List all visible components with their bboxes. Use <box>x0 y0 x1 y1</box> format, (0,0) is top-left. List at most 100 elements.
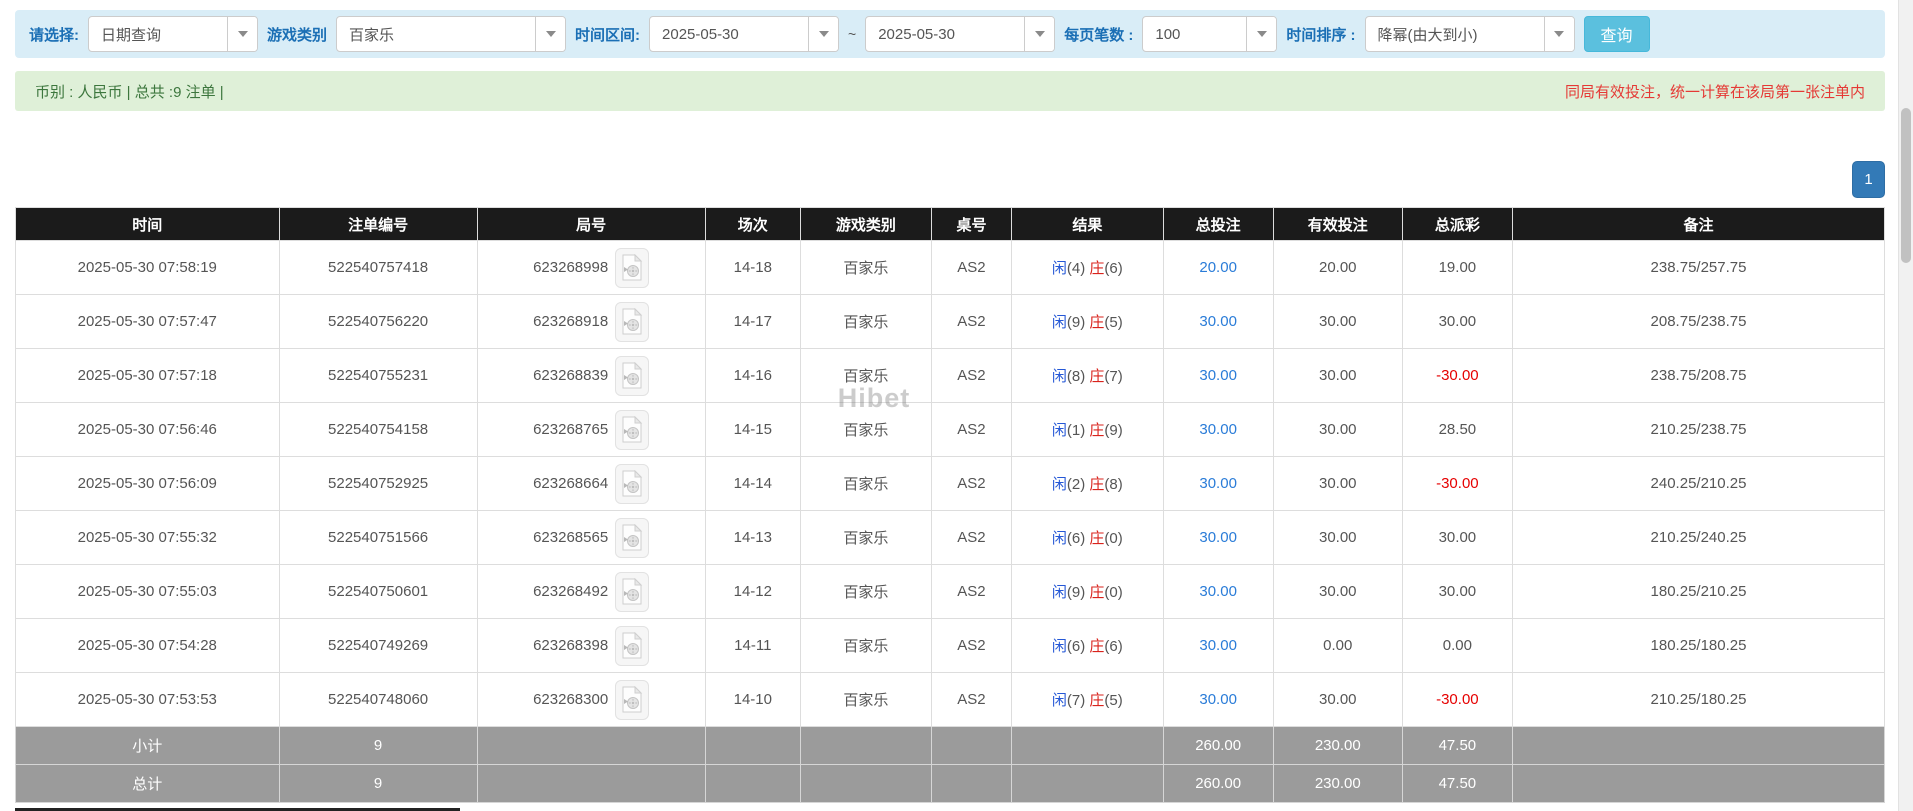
player-points: (6) <box>1067 530 1090 547</box>
total-bet-link[interactable]: 30.00 <box>1199 583 1237 600</box>
cell-game-type: 百家乐 <box>800 673 931 727</box>
page-1-button[interactable]: 1 <box>1852 161 1885 198</box>
chevron-down-icon[interactable] <box>535 17 565 51</box>
video-record-icon[interactable] <box>615 626 649 666</box>
col-header-9: 总派彩 <box>1402 208 1512 241</box>
total-bet-link[interactable]: 20.00 <box>1199 259 1237 276</box>
cell-bet-id: 522540752925 <box>279 457 477 511</box>
date-from-dropdown[interactable]: 2025-05-30 <box>649 16 839 52</box>
subtotal-row-cell-1: 9 <box>279 727 477 765</box>
chevron-down-icon[interactable] <box>808 17 838 51</box>
video-record-icon[interactable] <box>615 464 649 504</box>
cell-remark: 210.25/240.25 <box>1513 511 1885 565</box>
video-record-icon[interactable] <box>615 680 649 720</box>
col-header-8: 有效投注 <box>1273 208 1402 241</box>
cell-round-id: 623268839 <box>477 349 705 403</box>
page: 请选择: 日期查询 游戏类别 百家乐 时间区间: 2025-05-30 ~ 20… <box>0 0 1913 811</box>
round-id-text: 623268998 <box>533 259 608 276</box>
time-sort-dropdown[interactable]: 降幂(由大到小) <box>1365 16 1575 52</box>
video-record-icon[interactable] <box>615 302 649 342</box>
total-row-cell-10 <box>1513 765 1885 803</box>
banker-points: (0) <box>1104 584 1122 601</box>
col-header-6: 结果 <box>1012 208 1163 241</box>
video-record-icon[interactable] <box>615 518 649 558</box>
table-row: 2025-05-30 07:58:19522540757418623268998… <box>16 241 1885 295</box>
cell-valid-bet: 30.00 <box>1273 511 1402 565</box>
page-size-dropdown[interactable]: 100 <box>1142 16 1277 52</box>
video-record-icon[interactable] <box>615 248 649 288</box>
select-type-dropdown[interactable]: 日期查询 <box>88 16 258 52</box>
cell-remark: 240.25/210.25 <box>1513 457 1885 511</box>
cell-table-no: AS2 <box>931 295 1011 349</box>
cell-payout: -30.00 <box>1402 673 1512 727</box>
cell-bet-id: 522540756220 <box>279 295 477 349</box>
chevron-down-icon[interactable] <box>1544 17 1574 51</box>
chevron-down-icon[interactable] <box>1024 17 1054 51</box>
scrollbar-thumb[interactable] <box>1901 108 1911 263</box>
round-id-text: 623268765 <box>533 421 608 438</box>
cell-time: 2025-05-30 07:55:32 <box>16 511 280 565</box>
cell-table-no: AS2 <box>931 511 1011 565</box>
date-from-value: 2025-05-30 <box>650 17 808 51</box>
cell-total-bet: 30.00 <box>1163 619 1273 673</box>
col-header-3: 场次 <box>705 208 800 241</box>
round-id-text: 623268398 <box>533 637 608 654</box>
banker-points: (6) <box>1104 260 1122 277</box>
date-to-dropdown[interactable]: 2025-05-30 <box>865 16 1055 52</box>
subtotal-row-cell-6 <box>1012 727 1163 765</box>
same-round-notice-text: 同局有效投注，统一计算在该局第一张注单内 <box>1565 81 1865 102</box>
cell-bet-id: 522540757418 <box>279 241 477 295</box>
total-bet-link[interactable]: 30.00 <box>1199 637 1237 654</box>
total-row-cell-7: 260.00 <box>1163 765 1273 803</box>
player-points: (1) <box>1067 422 1090 439</box>
cell-time: 2025-05-30 07:54:28 <box>16 619 280 673</box>
cell-session: 14-13 <box>705 511 800 565</box>
cell-result: 闲(6) 庄(0) <box>1012 511 1163 565</box>
query-button[interactable]: 查询 <box>1584 16 1650 52</box>
cell-payout: -30.00 <box>1402 349 1512 403</box>
video-record-icon[interactable] <box>615 410 649 450</box>
game-type-dropdown[interactable]: 百家乐 <box>336 16 566 52</box>
cell-payout: 30.00 <box>1402 565 1512 619</box>
total-row-cell-1: 9 <box>279 765 477 803</box>
cell-total-bet: 20.00 <box>1163 241 1273 295</box>
cell-time: 2025-05-30 07:53:53 <box>16 673 280 727</box>
tilde-separator: ~ <box>848 26 856 42</box>
cell-round-id: 623268664 <box>477 457 705 511</box>
cell-valid-bet: 30.00 <box>1273 403 1402 457</box>
total-bet-link[interactable]: 30.00 <box>1199 421 1237 438</box>
total-bet-link[interactable]: 30.00 <box>1199 367 1237 384</box>
video-record-icon[interactable] <box>615 356 649 396</box>
subtotal-row-cell-5 <box>931 727 1011 765</box>
subtotal-row-cell-10 <box>1513 727 1885 765</box>
player-label: 闲 <box>1052 314 1067 331</box>
cell-time: 2025-05-30 07:57:18 <box>16 349 280 403</box>
cell-total-bet: 30.00 <box>1163 565 1273 619</box>
video-record-icon[interactable] <box>615 572 649 612</box>
cell-time: 2025-05-30 07:57:47 <box>16 295 280 349</box>
col-header-4: 游戏类别 <box>800 208 931 241</box>
cell-result: 闲(9) 庄(0) <box>1012 565 1163 619</box>
chevron-down-icon[interactable] <box>1246 17 1276 51</box>
subtotal-row-cell-7: 260.00 <box>1163 727 1273 765</box>
cell-game-type: 百家乐 <box>800 565 931 619</box>
cell-game-type: 百家乐 <box>800 349 931 403</box>
round-id-text: 623268565 <box>533 529 608 546</box>
chevron-down-icon[interactable] <box>227 17 257 51</box>
banker-points: (7) <box>1104 368 1122 385</box>
cell-bet-id: 522540755231 <box>279 349 477 403</box>
round-id-text: 623268918 <box>533 313 608 330</box>
cell-valid-bet: 0.00 <box>1273 619 1402 673</box>
total-row-cell-4 <box>800 765 931 803</box>
subtotal-row-cell-4 <box>800 727 931 765</box>
total-bet-link[interactable]: 30.00 <box>1199 313 1237 330</box>
bet-records-table: 时间注单编号局号场次游戏类别桌号结果总投注有效投注总派彩备注 2025-05-3… <box>15 207 1885 803</box>
vertical-scrollbar[interactable] <box>1898 0 1913 811</box>
cell-time: 2025-05-30 07:55:03 <box>16 565 280 619</box>
cell-game-type: 百家乐 <box>800 403 931 457</box>
total-bet-link[interactable]: 30.00 <box>1199 475 1237 492</box>
total-bet-link[interactable]: 30.00 <box>1199 691 1237 708</box>
cell-payout: 19.00 <box>1402 241 1512 295</box>
total-bet-link[interactable]: 30.00 <box>1199 529 1237 546</box>
cell-table-no: AS2 <box>931 619 1011 673</box>
